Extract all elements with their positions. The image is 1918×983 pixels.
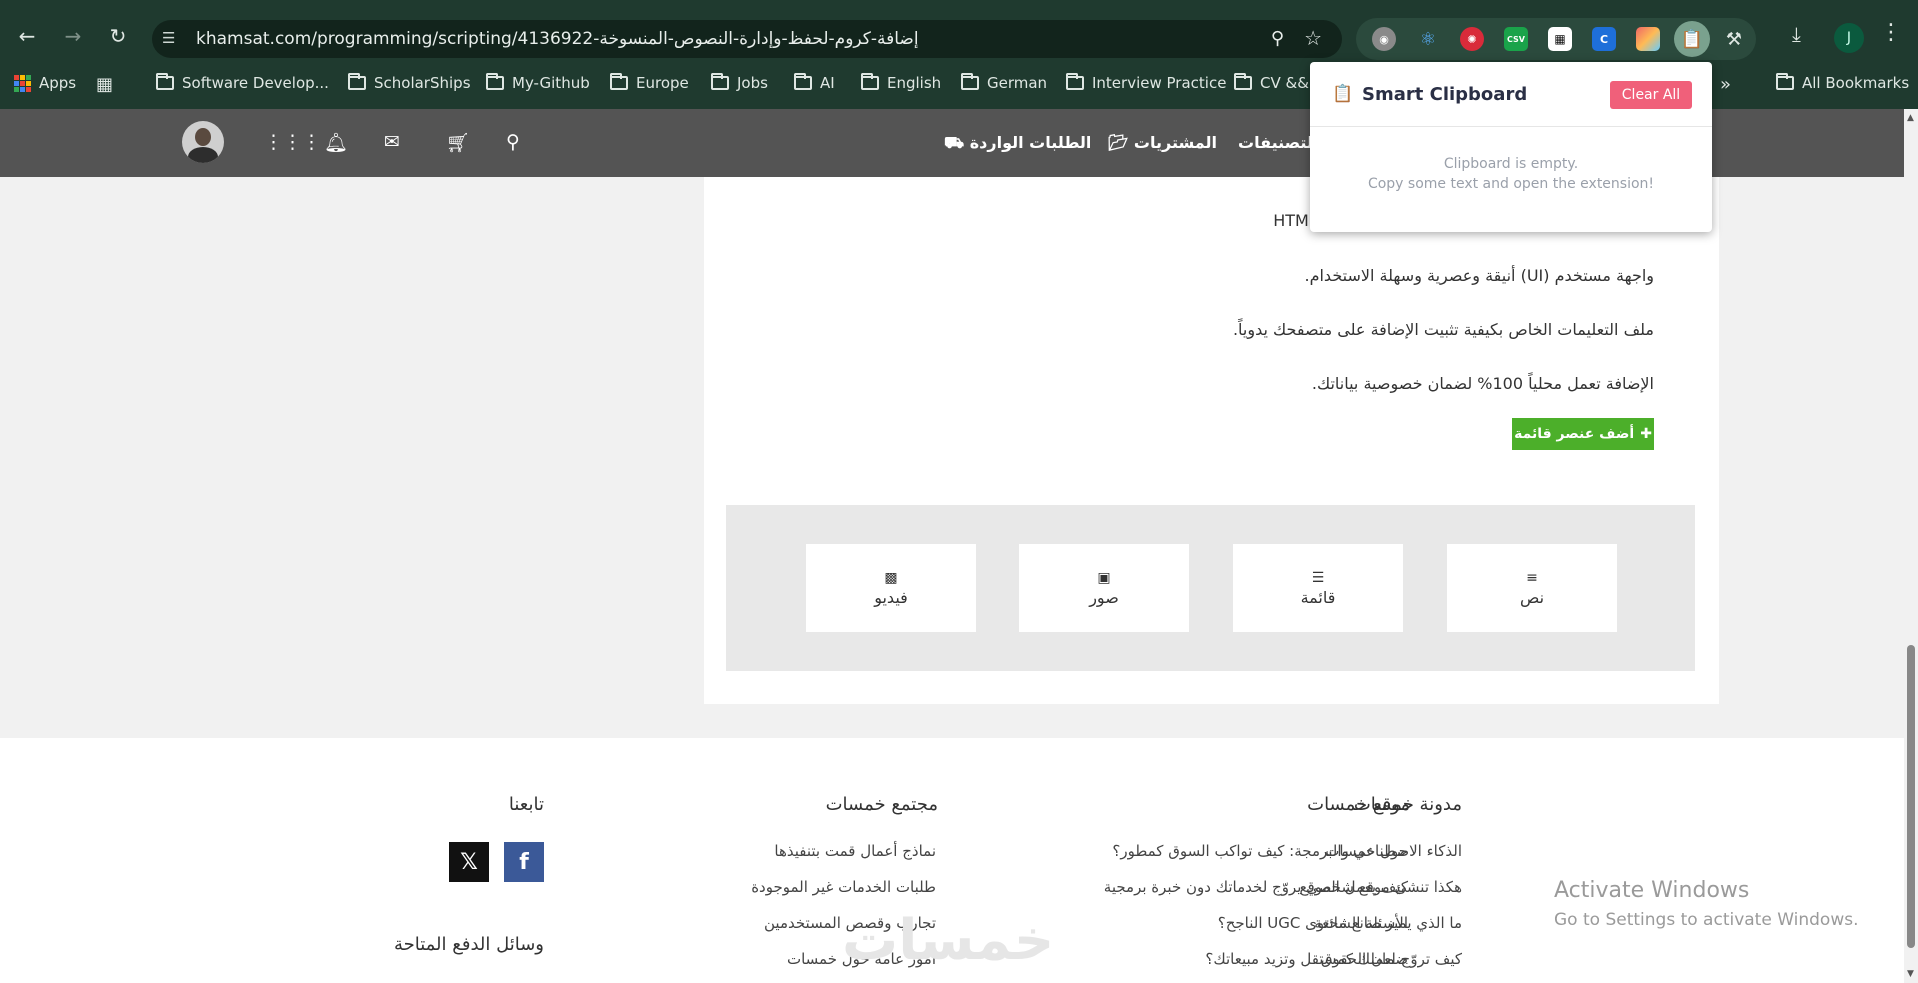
download-icon[interactable]: ⤓	[1792, 22, 1801, 46]
facebook-icon[interactable]: f	[504, 842, 544, 882]
user-avatar[interactable]	[182, 121, 224, 163]
folder-icon	[861, 73, 879, 90]
windows-activate-title: Activate Windows	[1554, 878, 1750, 903]
text-align-icon: ≡	[1526, 569, 1538, 586]
folder-icon	[1776, 73, 1794, 90]
puzzle-extensions-icon[interactable]: ⚒	[1722, 27, 1746, 51]
smart-clipboard-extension-icon[interactable]: 📋	[1674, 21, 1710, 57]
footer-link[interactable]: الذكاء الاصطناعي والبرمجة: كيف تواكب الس…	[1112, 842, 1462, 860]
clear-all-button[interactable]: Clear All	[1610, 81, 1692, 109]
gradient-extension-icon[interactable]	[1636, 27, 1660, 51]
reload-icon[interactable]: ↻	[104, 22, 132, 50]
all-bookmarks[interactable]: All Bookmarks	[1776, 73, 1909, 92]
scroll-down-icon[interactable]: ▼	[1907, 969, 1914, 979]
block-text[interactable]: ≡ نص	[1447, 544, 1617, 632]
folder-icon	[610, 73, 628, 90]
feature-line: الإضافة تعمل محلياً 100% لضمان خصوصية بي…	[1311, 374, 1654, 393]
cart-icon[interactable]: 🛒︎	[446, 131, 470, 154]
apps-grid-icon	[14, 74, 31, 92]
bookmark-folder[interactable]: Europe	[610, 73, 689, 92]
plus-icon: ✚	[1640, 426, 1652, 442]
x-icon[interactable]: 𝕏	[449, 842, 489, 882]
extensions-tray: ◉ ⚛ ✺ CSV ▦ C 📋 ⚒	[1356, 18, 1756, 60]
footer-community-title: مجتمع خمسات	[825, 794, 938, 815]
truck-icon: ⛟	[944, 133, 965, 152]
block-list[interactable]: ☰ قائمة	[1233, 544, 1403, 632]
site-footer: موقع خمسات حول خمسات كيف يعمل الموقع الأ…	[0, 738, 1904, 983]
folder-icon	[961, 73, 979, 90]
apps-grid-icon[interactable]: ⋮⋮⋮	[264, 131, 321, 153]
nav-purchases[interactable]: 📂︎ المشتريات	[1108, 133, 1217, 152]
back-arrow-icon[interactable]: ←	[13, 22, 41, 50]
c-extension-icon[interactable]: C	[1592, 27, 1616, 51]
add-list-item-button[interactable]: ✚ أضف عنصر قائمة	[1512, 418, 1654, 450]
red-extension-icon[interactable]: ✺	[1460, 27, 1484, 51]
footer-link[interactable]: طلبات الخدمات غير الموجودة	[751, 878, 936, 896]
folder-open-icon: 📂︎	[1108, 133, 1129, 152]
bookmark-folder[interactable]: ScholarShips	[348, 73, 471, 92]
nav-categories[interactable]: التصنيفات	[1238, 133, 1318, 152]
block-video[interactable]: ▩ فيديو	[806, 544, 976, 632]
empty-message: Clipboard is empty.	[1443, 156, 1579, 172]
footer-link[interactable]: هكذا تنشئ موقع شخصي يروّج لخدماتك دون خب…	[1104, 878, 1462, 896]
bookmark-star-icon[interactable]: ☆	[1304, 26, 1322, 50]
image-icon: ▣	[1097, 569, 1111, 586]
folder-icon	[1234, 73, 1252, 90]
folder-icon	[711, 73, 729, 90]
bookmark-folder[interactable]: Software Develop...	[156, 73, 329, 92]
footer-payment-title: وسائل الدفع المتاحة	[393, 934, 544, 955]
feature-line: ملف التعليمات الخاص بكيفية تثبيت الإضافة…	[1232, 320, 1654, 339]
folder-icon	[156, 73, 174, 90]
bell-icon[interactable]: 🔔︎	[324, 131, 348, 154]
folder-icon	[486, 73, 504, 90]
nav-incoming-orders[interactable]: ⛟ الطلبات الواردة	[944, 133, 1091, 154]
forward-arrow-icon[interactable]: →	[59, 22, 87, 50]
popup-header: 📋 Smart Clipboard Clear All	[1310, 62, 1712, 127]
empty-hint: Copy some text and open the extension!	[1367, 176, 1655, 192]
folder-icon	[794, 73, 812, 90]
bookmark-apps[interactable]: Apps	[14, 74, 76, 92]
search-icon[interactable]: ⚲	[506, 131, 520, 153]
feature-line: واجهة مستخدم (UI) أنيقة وعصرية وسهلة الا…	[1304, 266, 1654, 285]
scroll-up-icon[interactable]: ▲	[1907, 113, 1914, 123]
qr-extension-icon[interactable]: ▦	[1548, 27, 1572, 51]
tab-groups-icon[interactable]: ▦	[96, 74, 113, 95]
bookmark-folder[interactable]: CV &&	[1234, 73, 1309, 92]
folder-icon	[1066, 73, 1084, 90]
bookmark-folder[interactable]: English	[861, 73, 941, 92]
clipboard-icon: 📋	[1332, 84, 1354, 104]
bookmark-folder[interactable]: AI	[794, 73, 835, 92]
csv-extension-icon[interactable]: CSV	[1504, 27, 1528, 51]
bookmark-folder[interactable]: Interview Practice	[1066, 73, 1226, 92]
footer-link[interactable]: ما الذي يميز صانع محتوى UGC الناجح؟	[1218, 914, 1462, 932]
windows-activate-subtitle: Go to Settings to activate Windows.	[1554, 910, 1859, 930]
page-scrollbar[interactable]: ▲ ▼	[1904, 109, 1918, 983]
globe-extension-icon[interactable]: ◉	[1372, 27, 1396, 51]
popup-title: Smart Clipboard	[1362, 84, 1528, 105]
block-picker: ≡ نص ☰ قائمة ▣ صور ▩ فيديو	[726, 505, 1695, 671]
folder-icon	[348, 73, 366, 90]
scroll-thumb[interactable]	[1907, 645, 1915, 948]
address-bar[interactable]: ☰ khamsat.com/programming/scripting/4136…	[152, 20, 1342, 58]
list-icon: ☰	[1311, 569, 1325, 586]
react-devtools-icon[interactable]: ⚛	[1416, 27, 1440, 51]
video-file-icon: ▩	[884, 569, 898, 586]
site-settings-icon[interactable]: ☰	[162, 29, 182, 49]
menu-dots-icon[interactable]: ⋮	[1880, 20, 1902, 45]
footer-blog-title: مدونة خمسات	[1353, 794, 1462, 815]
url-text[interactable]: khamsat.com/programming/scripting/413692…	[196, 29, 919, 49]
footer-link[interactable]: كيف تروّج لعملك كمستقل وتزيد مبيعاتك؟	[1205, 950, 1462, 968]
bookmark-folder[interactable]: German	[961, 73, 1047, 92]
bookmark-folder[interactable]: Jobs	[711, 73, 768, 92]
smart-clipboard-popup: 📋 Smart Clipboard Clear All Clipboard is…	[1310, 62, 1712, 232]
profile-avatar[interactable]: J	[1834, 23, 1864, 53]
block-images[interactable]: ▣ صور	[1019, 544, 1189, 632]
bookmarks-overflow[interactable]: »	[1720, 74, 1731, 95]
zoom-icon[interactable]: ⚲	[1271, 28, 1284, 49]
khamsat-logo: خمسات	[842, 908, 1055, 973]
bookmark-folder[interactable]: My-Github	[486, 73, 590, 92]
footer-link[interactable]: نماذج أعمال قمت بتنفيذها	[774, 842, 936, 860]
envelope-icon[interactable]: ✉	[384, 131, 400, 153]
footer-follow-title: تابعنا	[508, 794, 544, 815]
